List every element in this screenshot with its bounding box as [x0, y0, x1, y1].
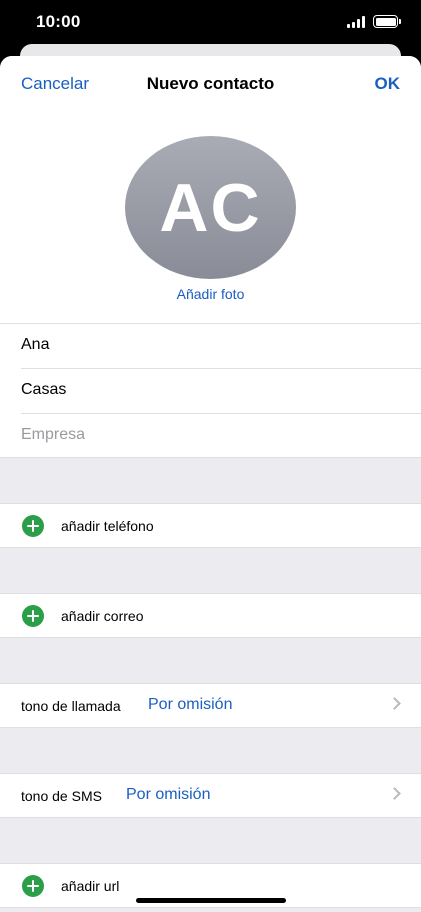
ringtone-row[interactable]: tono de llamada Por omisión	[0, 683, 421, 728]
company-placeholder[interactable]: Empresa	[21, 426, 401, 444]
avatar-section: AC Añadir foto	[0, 112, 421, 323]
navigation-bar: Cancelar Nuevo contacto OK	[0, 56, 421, 112]
sms-tone-row[interactable]: tono de SMS Por omisión	[0, 773, 421, 818]
last-name-value[interactable]: Casas	[21, 381, 401, 399]
add-url-label: añadir url	[61, 878, 120, 894]
add-circle-icon[interactable]	[22, 605, 44, 627]
add-circle-icon[interactable]	[22, 515, 44, 537]
company-field[interactable]: Empresa	[0, 413, 421, 458]
notch	[110, 0, 312, 30]
ok-button[interactable]: OK	[375, 74, 401, 94]
add-phone-label: añadir teléfono	[61, 518, 154, 534]
status-time: 10:00	[36, 12, 81, 31]
first-name-field[interactable]: Ana	[0, 323, 421, 368]
ringtone-label: tono de llamada	[21, 698, 121, 714]
divider	[21, 413, 421, 414]
avatar[interactable]: AC	[125, 136, 296, 279]
first-name-value[interactable]: Ana	[21, 336, 401, 354]
chevron-right-icon	[388, 787, 401, 800]
add-circle-icon[interactable]	[22, 875, 44, 897]
divider	[0, 323, 421, 324]
page-title: Nuevo contacto	[146, 74, 275, 93]
ringtone-value: Por omisión	[148, 696, 233, 713]
add-photo-button[interactable]: Añadir foto	[0, 286, 421, 302]
add-email-label: añadir correo	[61, 608, 144, 624]
signal-icon	[347, 16, 367, 28]
sms-tone-value: Por omisión	[126, 786, 211, 803]
last-name-field[interactable]: Casas	[0, 368, 421, 413]
chevron-right-icon	[388, 697, 401, 710]
phone-screen: 10:00 Cancelar Nuevo contacto OK AC Añad…	[0, 0, 421, 912]
divider	[21, 368, 421, 369]
new-contact-sheet: Cancelar Nuevo contacto OK AC Añadir fot…	[0, 56, 421, 912]
home-indicator	[136, 898, 286, 903]
battery-icon	[373, 15, 401, 28]
add-email-row[interactable]: añadir correo	[0, 593, 421, 638]
avatar-initials: AC	[159, 169, 262, 246]
sms-tone-label: tono de SMS	[21, 788, 102, 804]
add-phone-row[interactable]: añadir teléfono	[0, 503, 421, 548]
